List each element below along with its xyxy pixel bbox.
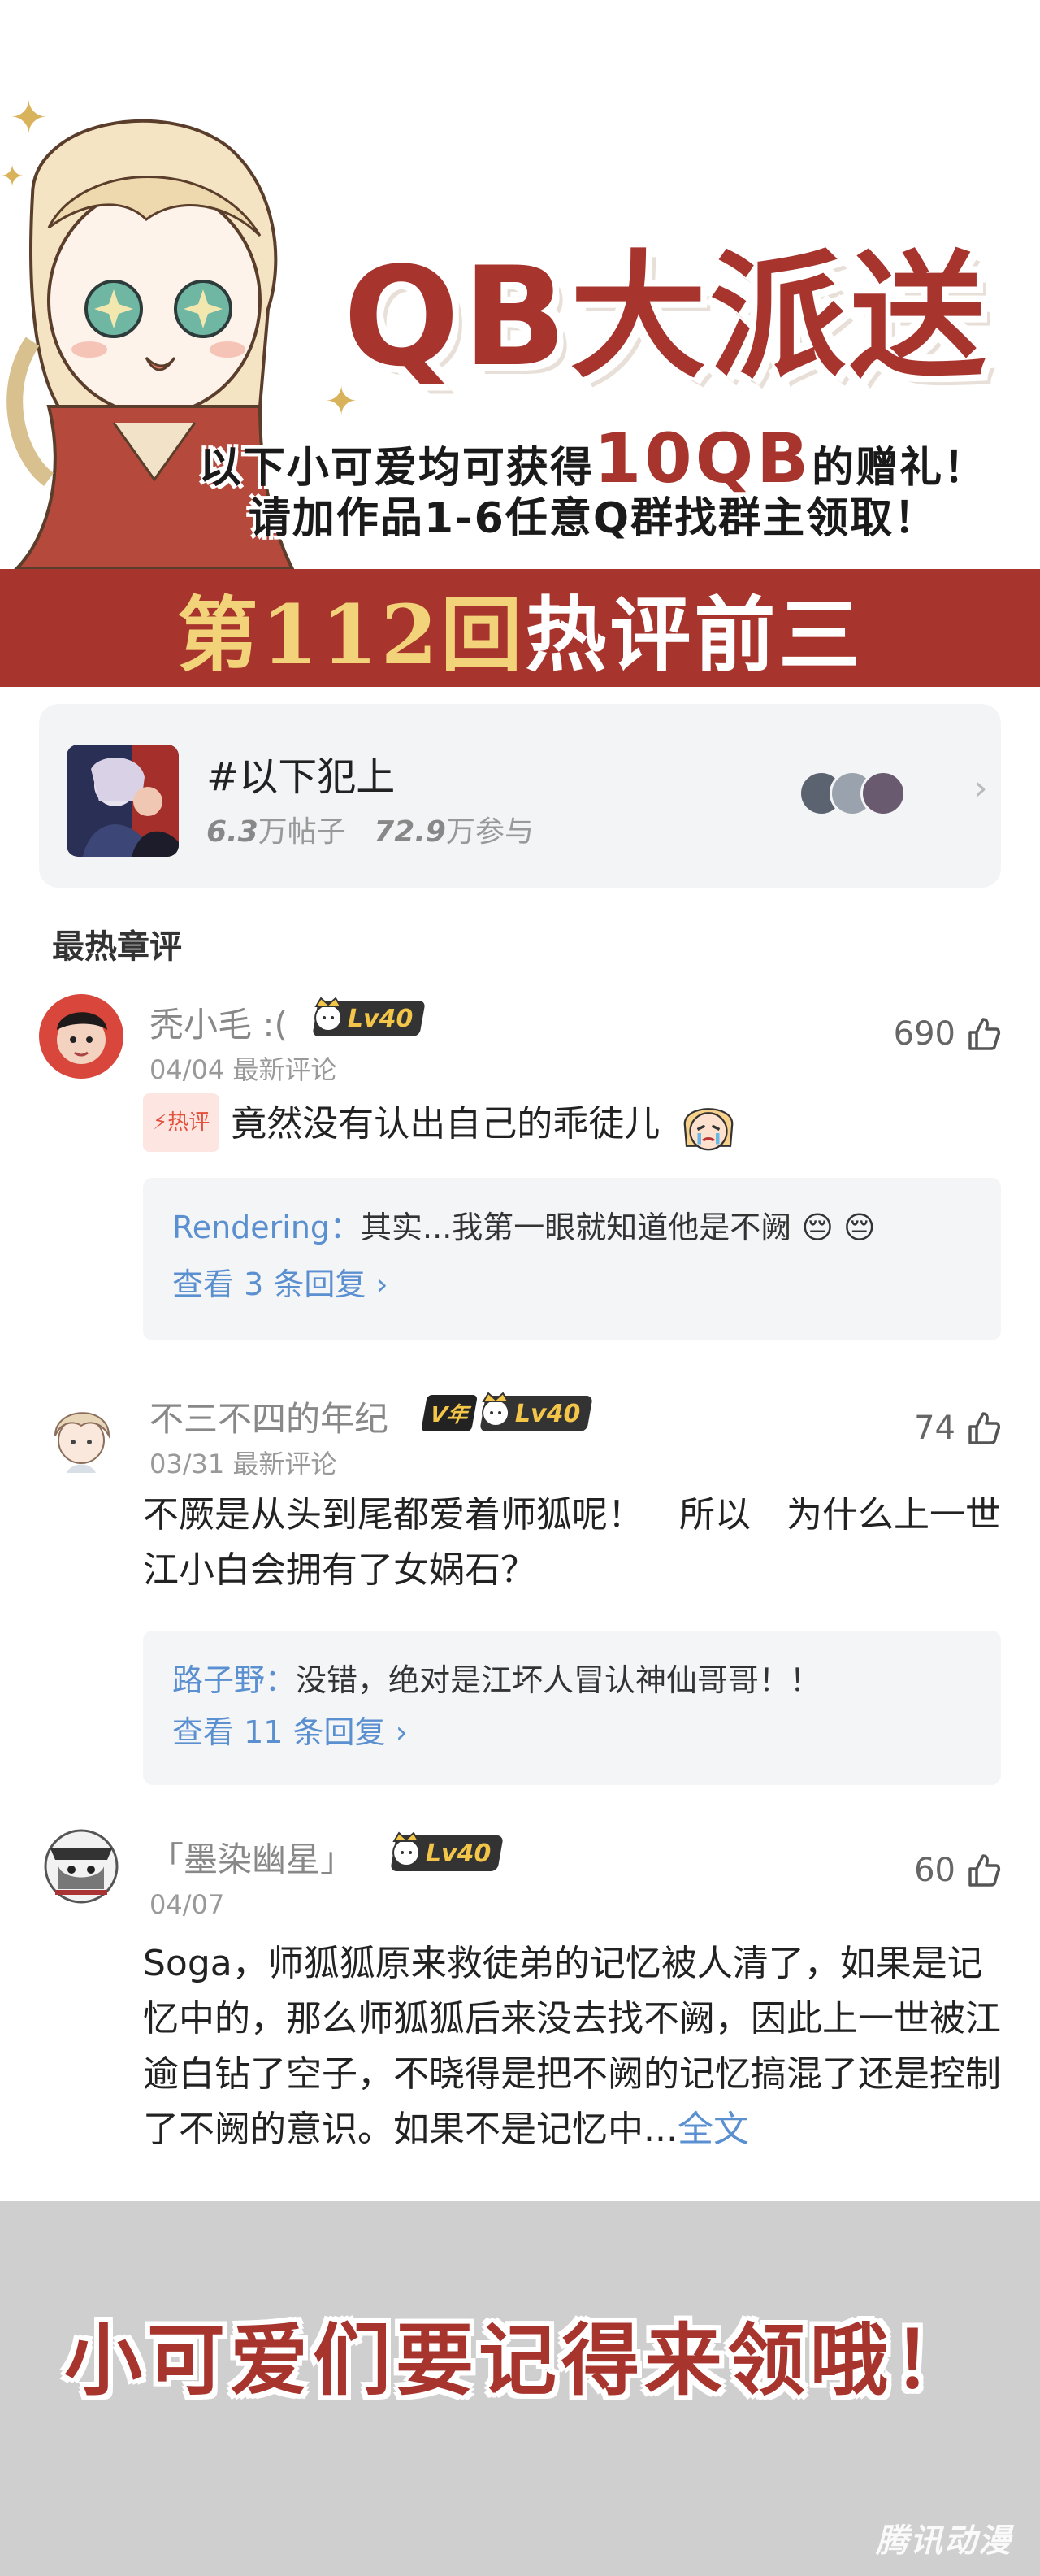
avatar[interactable] [39, 994, 124, 1079]
comment-item: 秃小毛 :( Lv40 04/04 最新评论 690 ⚡热评 竟然没有认出自己的乖… [0, 988, 1040, 1345]
comment-date-note: 最新评论 [232, 1054, 337, 1085]
footer-banner: 小可爱们要记得来领哦！ 腾讯动漫 [0, 2201, 1040, 2576]
like-button[interactable]: 690 [894, 1015, 1001, 1053]
comment-body: Soga，师狐狐原来救徒弟的记忆被人清了，如果是记忆中的，那么师狐狐后来没去找不… [143, 1943, 1001, 2150]
avatar[interactable] [39, 1824, 124, 1909]
promo-subtitle-2: 请加作品1-6任意Q群找群主领取！ [248, 494, 938, 543]
topic-card[interactable]: #以下犯上 6.3万帖子 72.9万参与 › [39, 704, 1001, 888]
level-badge: Lv40 [479, 1391, 594, 1431]
crown-icon [392, 1831, 421, 1866]
comment-date: 04/04 [150, 1054, 225, 1085]
username[interactable]: 「墨染幽星」 [150, 1832, 354, 1882]
vip-badge: V年 [421, 1395, 479, 1431]
avatar[interactable] [39, 1393, 124, 1478]
subtitle-suffix: 的赠礼！ [812, 444, 988, 493]
user-badges: V年 Lv40 [421, 1391, 594, 1431]
level-text: Lv40 [348, 1004, 414, 1033]
avatar [860, 771, 906, 816]
reply-text: 没错，绝对是江坏人冒认神仙哥哥！！ [296, 1662, 821, 1698]
crying-emoji-sticker [683, 1108, 734, 1151]
thumbs-up-icon [968, 1412, 1001, 1444]
user-badges: Lv40 [312, 997, 427, 1036]
comment-meta: 04/07 [150, 1889, 224, 1920]
like-count: 60 [914, 1852, 956, 1889]
round-number: 第112回 [176, 587, 526, 683]
username[interactable]: 不三不四的年纪 [150, 1392, 388, 1441]
user-badges: Lv40 [390, 1831, 505, 1871]
level-text: Lv40 [426, 1839, 492, 1868]
thumbs-up-icon [968, 1018, 1001, 1050]
comment-date-note: 最新评论 [232, 1449, 337, 1479]
topic-cover-image [67, 745, 179, 857]
comment-date: 04/07 [150, 1889, 225, 1920]
promo-title: QB大派送 [343, 237, 990, 397]
crown-icon [482, 1391, 510, 1427]
comment-body: 竟然没有认出自己的乖徒儿 [231, 1103, 661, 1145]
reply-username[interactable]: 路子野： [172, 1662, 296, 1698]
chevron-right-icon[interactable]: › [973, 767, 988, 809]
comment-text: 不厥是从头到尾都爱着师狐呢！ 所以 为什么上一世江小白会拥有了女娲石？ [143, 1494, 1001, 1591]
promo-subtitle-1: 以下小可爱均可获得10QB的赠礼！ [162, 424, 1024, 497]
section-title: 最热章评 [52, 928, 182, 966]
comment-text: ⚡热评 竟然没有认出自己的乖徒儿 [143, 1093, 1004, 1155]
level-text: Lv40 [515, 1399, 581, 1427]
view-replies-link[interactable]: 查看 11 条回复 › [172, 1710, 972, 1754]
comment-meta: 03/31 最新评论 [150, 1444, 336, 1481]
round-strip: 第112回 热评前三 [0, 569, 1040, 687]
posts-count: 6.3 [206, 815, 258, 849]
like-button[interactable]: 74 [914, 1410, 1001, 1447]
participants-unit: 万参与 [445, 815, 534, 849]
like-count: 74 [914, 1410, 956, 1447]
like-count: 690 [893, 1015, 956, 1053]
comment-item: 不三不四的年纪 V年 Lv40 03/31 最新评论 74 不厥是从头到尾都爱着… [0, 1382, 1040, 1788]
thumbs-up-icon [968, 1854, 1001, 1887]
footer-reminder: 小可爱们要记得来领哦！ [64, 2315, 976, 2406]
subtitle-prefix: 以下小可爱均可获得 [198, 444, 594, 493]
reply-text: 其实...我第一眼就知道他是不阙 😔 😔 [361, 1210, 876, 1245]
level-badge: Lv40 [312, 997, 427, 1036]
like-button[interactable]: 60 [914, 1852, 1001, 1889]
comment-text: Soga，师狐狐原来救徒弟的记忆被人清了，如果是记忆中的，那么师狐狐后来没去找不… [143, 1936, 1004, 2157]
view-replies-link[interactable]: 查看 3 条回复 › [172, 1262, 972, 1306]
topic-name: #以下犯上 [206, 754, 396, 800]
comment-date: 03/31 [150, 1449, 225, 1479]
reply-line: 路子野：没错，绝对是江坏人冒认神仙哥哥！！ [172, 1658, 972, 1702]
participants-count: 72.9 [374, 815, 446, 849]
reward-amount: 10QB [593, 419, 812, 498]
crown-icon [314, 997, 343, 1032]
hot-comment-tag: ⚡热评 [143, 1093, 220, 1152]
reply-username[interactable]: Rendering： [172, 1210, 361, 1245]
posts-unit: 万帖子 [258, 815, 346, 849]
level-badge: Lv40 [390, 1831, 505, 1871]
reply-preview[interactable]: Rendering：其实...我第一眼就知道他是不阙 😔 😔 查看 3 条回复 … [143, 1178, 1001, 1340]
promo-banner: ✦ ✦ ✦ QB大派送 以下小可爱均可获得10QB的赠礼！ 请加作品1-6任意Q… [0, 0, 1040, 569]
reply-preview[interactable]: 路子野：没错，绝对是江坏人冒认神仙哥哥！！ 查看 11 条回复 › [143, 1631, 1001, 1785]
comment-item: 「墨染幽星」 Lv40 04/07 60 Soga，师狐狐原来救徒弟的记忆被人清… [0, 1821, 1040, 2195]
brand-watermark: 腾讯动漫 [876, 2522, 1012, 2560]
round-label: 热评前三 [525, 587, 864, 683]
username[interactable]: 秃小毛 :( [150, 997, 288, 1047]
expand-full-text-link[interactable]: 全文 [678, 2109, 749, 2150]
topic-stats: 6.3万帖子 72.9万参与 [206, 808, 534, 850]
participant-avatars [799, 771, 961, 819]
comment-meta: 04/04 最新评论 [150, 1049, 336, 1087]
reply-line: Rendering：其实...我第一眼就知道他是不阙 😔 😔 [172, 1205, 972, 1249]
